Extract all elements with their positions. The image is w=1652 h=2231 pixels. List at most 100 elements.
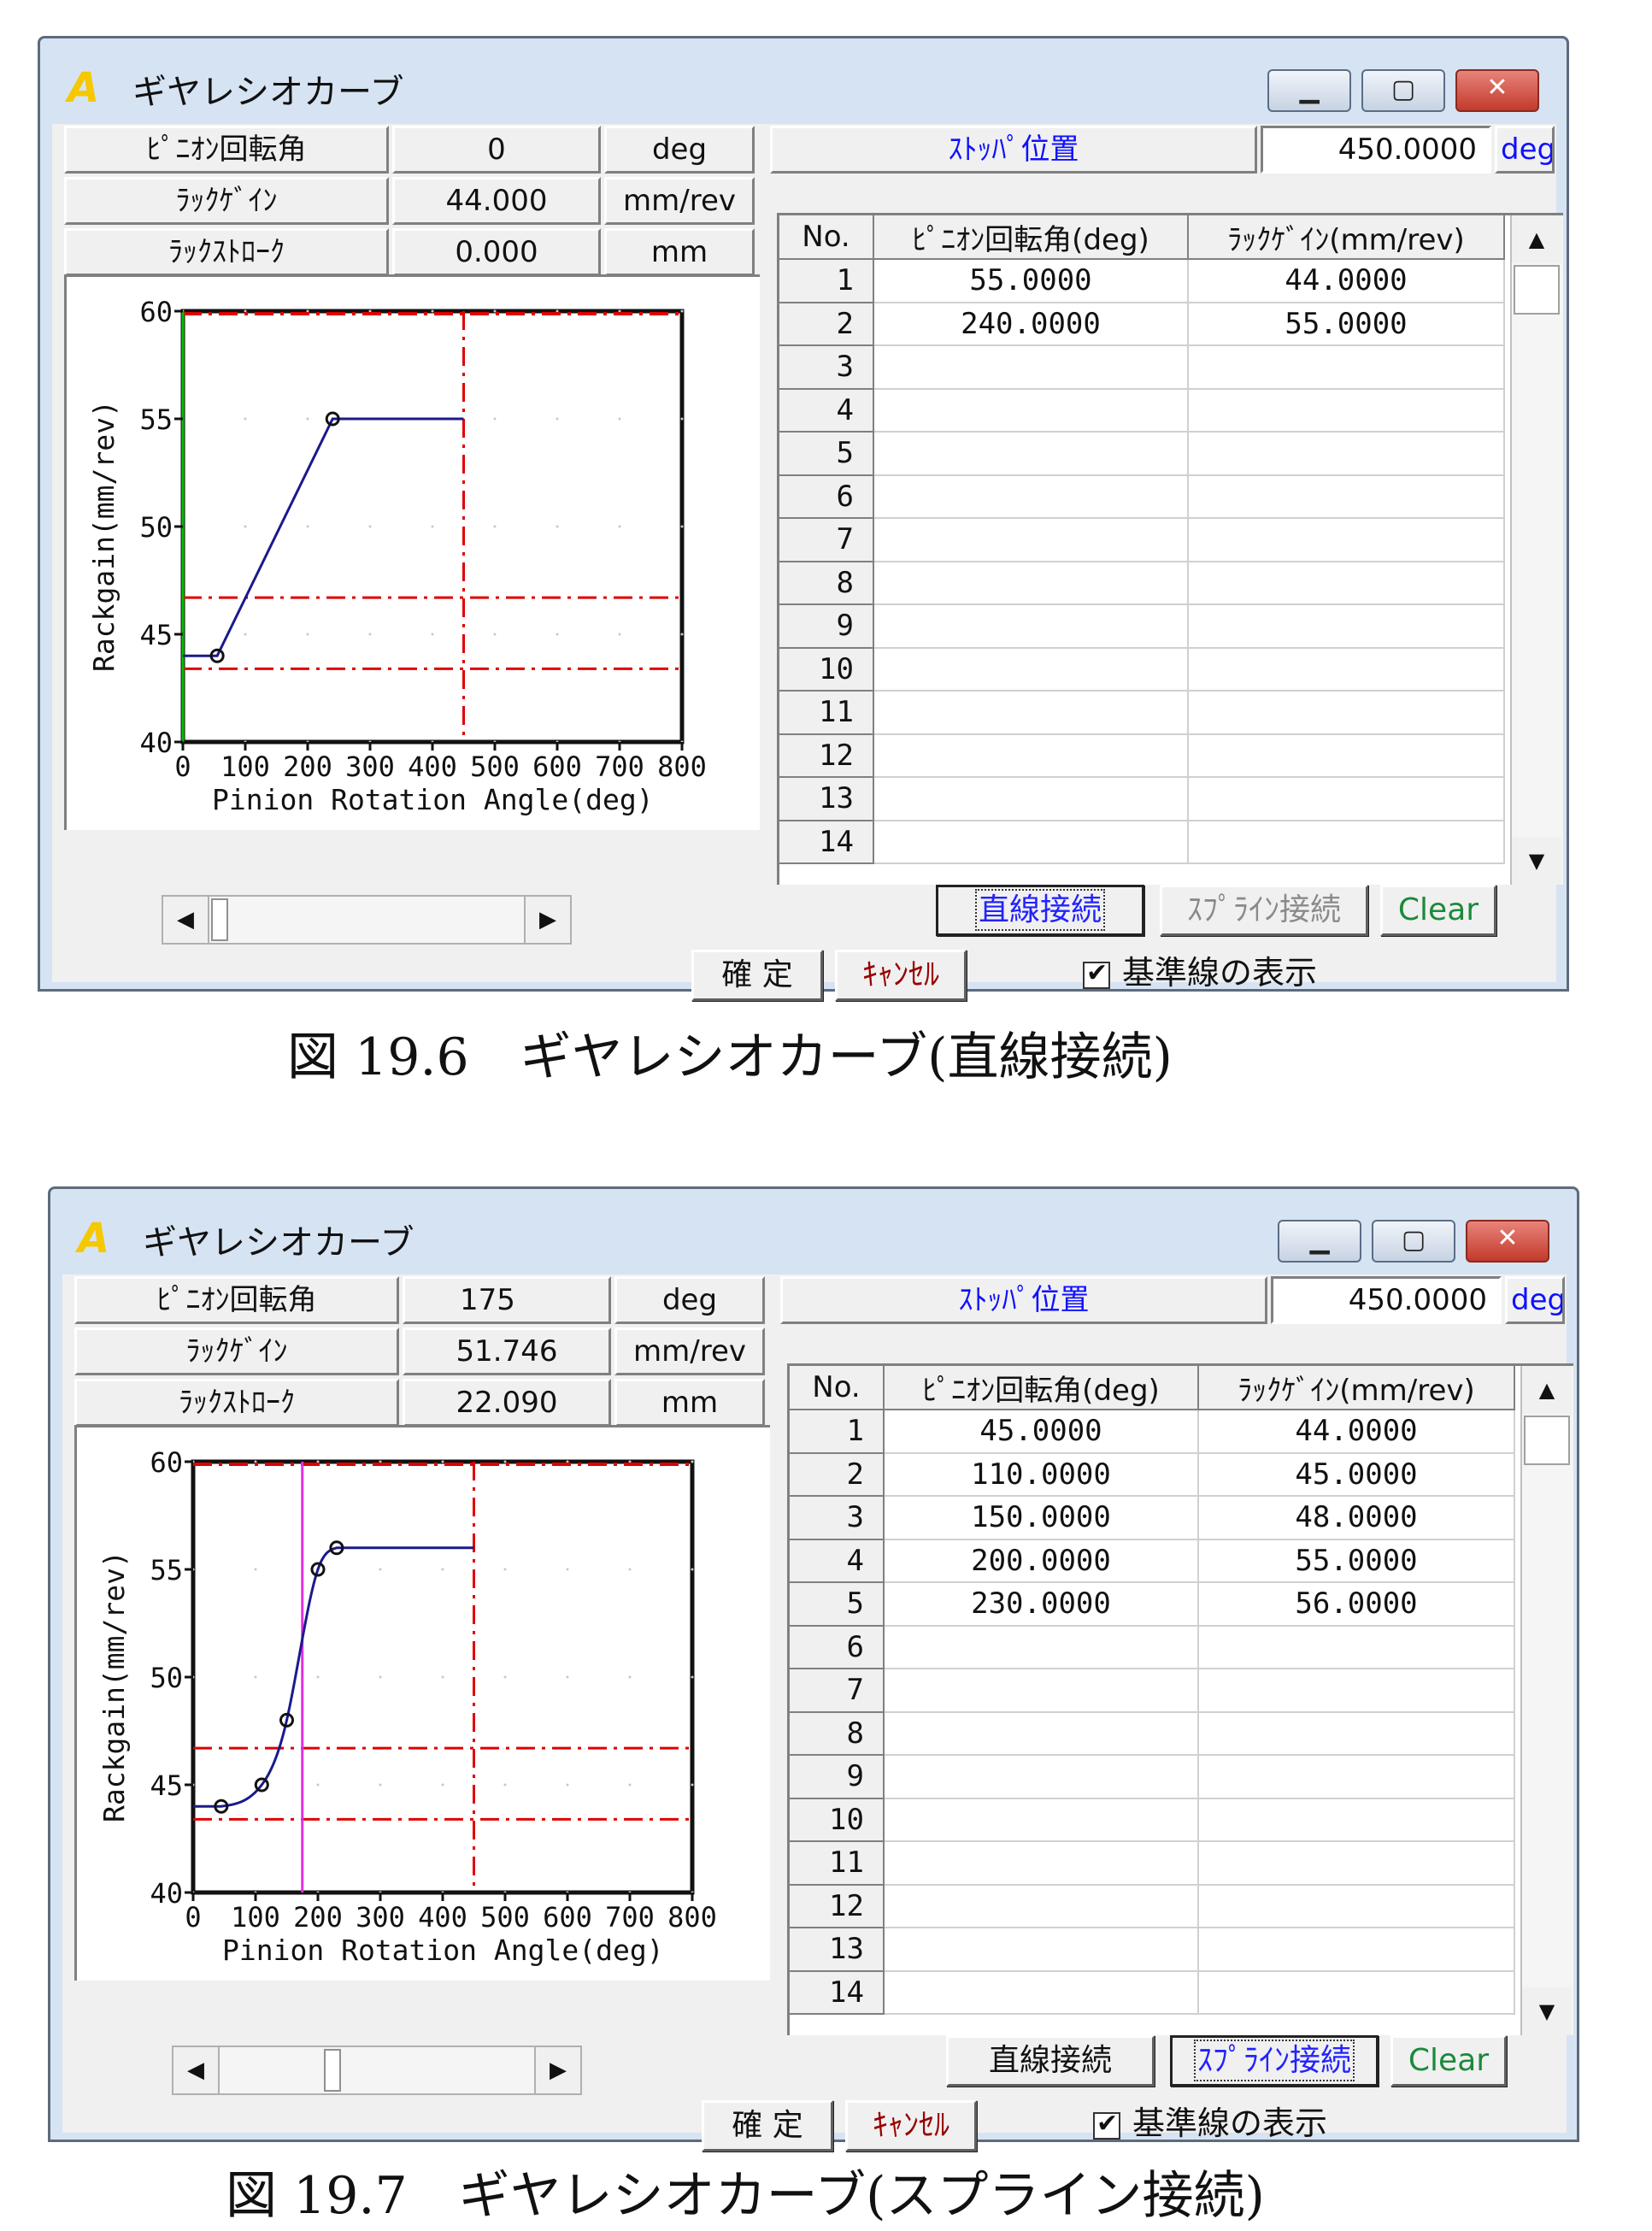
- pinion-angle-cell[interactable]: 200.0000: [884, 1539, 1199, 1583]
- scroll-thumb[interactable]: [1514, 265, 1560, 315]
- spline-connect-button[interactable]: ｽﾌﾟﾗｲﾝ接続: [1170, 2035, 1379, 2087]
- table-row[interactable]: 12: [779, 733, 1505, 778]
- table-row[interactable]: 8: [790, 1711, 1515, 1756]
- clear-button[interactable]: Clear: [1390, 2035, 1507, 2087]
- pinion-angle-cell[interactable]: [873, 777, 1189, 821]
- rackgain-cell[interactable]: 44.0000: [1188, 259, 1505, 303]
- table-row[interactable]: 13: [790, 1928, 1515, 1972]
- cancel-button[interactable]: ｷｬﾝｾﾙ: [835, 950, 967, 1001]
- pinion-angle-cell[interactable]: [873, 561, 1189, 605]
- table-row[interactable]: 1 45.0000 44.0000: [790, 1410, 1515, 1454]
- pinion-angle-cell[interactable]: [884, 1841, 1199, 1886]
- table-row[interactable]: 4 200.0000 55.0000: [790, 1539, 1515, 1583]
- show-reference-lines-checkbox[interactable]: 基準線の表示: [1093, 2097, 1327, 2144]
- pinion-angle-cell[interactable]: 240.0000: [873, 302, 1189, 346]
- pinion-angle-cell[interactable]: [873, 474, 1189, 519]
- pinion-angle-cell[interactable]: [873, 604, 1189, 649]
- title-bar[interactable]: A ギヤレシオカーブ ▁ ▢ ✕: [40, 38, 1567, 124]
- rackgain-cell[interactable]: 45.0000: [1198, 1452, 1515, 1497]
- ok-button[interactable]: 確 定: [691, 950, 823, 1001]
- scroll-up-arrow-icon[interactable]: ▲: [1522, 1366, 1572, 1414]
- stopper-position-input[interactable]: 450.0000: [1261, 126, 1491, 174]
- pinion-angle-cell[interactable]: [884, 1884, 1199, 1928]
- rackgain-cell[interactable]: [1188, 777, 1505, 821]
- pinion-angle-cell[interactable]: [873, 691, 1189, 735]
- rackgain-cell[interactable]: [1198, 1711, 1515, 1756]
- minimize-button[interactable]: ▁: [1278, 1220, 1361, 1263]
- title-bar[interactable]: A ギヤレシオカーブ ▁ ▢ ✕: [50, 1189, 1577, 1274]
- scroll-left-arrow-icon[interactable]: ◀: [163, 897, 209, 943]
- rackgain-cell[interactable]: [1188, 432, 1505, 476]
- pinion-angle-cell[interactable]: [884, 1755, 1199, 1799]
- rackgain-cell[interactable]: [1188, 691, 1505, 735]
- clear-button[interactable]: Clear: [1380, 885, 1496, 936]
- pinion-angle-cell[interactable]: 150.0000: [884, 1496, 1199, 1540]
- rackgain-cell[interactable]: [1188, 647, 1505, 692]
- rackgain-cell[interactable]: [1198, 1669, 1515, 1713]
- table-row[interactable]: 5: [779, 432, 1505, 476]
- table-row[interactable]: 9: [790, 1755, 1515, 1799]
- scroll-right-arrow-icon[interactable]: ▶: [524, 897, 570, 943]
- rackgain-cell[interactable]: [1198, 1928, 1515, 1972]
- pinion-angle-cell[interactable]: [884, 1669, 1199, 1713]
- pinion-angle-cell[interactable]: [884, 1711, 1199, 1756]
- close-button[interactable]: ✕: [1466, 1220, 1549, 1263]
- scroll-up-arrow-icon[interactable]: ▲: [1512, 215, 1561, 263]
- table-row[interactable]: 7: [790, 1669, 1515, 1713]
- rackgain-cell[interactable]: [1198, 1884, 1515, 1928]
- maximize-button[interactable]: ▢: [1361, 69, 1445, 112]
- rackgain-cell[interactable]: 56.0000: [1198, 1582, 1515, 1627]
- table-row[interactable]: 11: [790, 1841, 1515, 1886]
- rackgain-cell[interactable]: [1198, 1798, 1515, 1842]
- table-row[interactable]: 2 110.0000 45.0000: [790, 1452, 1515, 1497]
- stopper-position-input[interactable]: 450.0000: [1271, 1276, 1502, 1324]
- table-row[interactable]: 6: [790, 1625, 1515, 1669]
- rackgain-cell[interactable]: 48.0000: [1198, 1496, 1515, 1540]
- table-row[interactable]: 13: [779, 777, 1505, 821]
- checkbox-checked-icon[interactable]: [1083, 958, 1110, 989]
- pinion-angle-cell[interactable]: 230.0000: [884, 1582, 1199, 1627]
- cancel-button[interactable]: ｷｬﾝｾﾙ: [845, 2100, 977, 2152]
- rackgain-cell[interactable]: [1188, 604, 1505, 649]
- linear-connect-button[interactable]: 直線接続: [936, 885, 1144, 936]
- rackgain-cell[interactable]: [1198, 1841, 1515, 1886]
- rackgain-cell[interactable]: [1188, 345, 1505, 390]
- pinion-angle-cell[interactable]: [884, 1928, 1199, 1972]
- scroll-thumb[interactable]: [1524, 1416, 1570, 1465]
- rackgain-cell[interactable]: [1188, 474, 1505, 519]
- show-reference-lines-checkbox[interactable]: 基準線の表示: [1083, 946, 1317, 993]
- rackgain-cell[interactable]: [1188, 388, 1505, 433]
- table-row[interactable]: 3 150.0000 48.0000: [790, 1496, 1515, 1540]
- table-row[interactable]: 1 55.0000 44.0000: [779, 259, 1505, 303]
- rackgain-cell[interactable]: [1198, 1625, 1515, 1669]
- pinion-angle-cell[interactable]: 55.0000: [873, 259, 1189, 303]
- table-vertical-scrollbar[interactable]: ▲ ▼: [1520, 1366, 1573, 2035]
- graph-horizontal-scrollbar[interactable]: ◀ ▶: [162, 895, 572, 945]
- table-row[interactable]: 5 230.0000 56.0000: [790, 1582, 1515, 1627]
- maximize-button[interactable]: ▢: [1372, 1220, 1455, 1263]
- table-row[interactable]: 11: [779, 691, 1505, 735]
- table-row[interactable]: 9: [779, 604, 1505, 649]
- rackgain-cell[interactable]: [1198, 1755, 1515, 1799]
- pinion-angle-cell[interactable]: [873, 647, 1189, 692]
- ok-button[interactable]: 確 定: [702, 2100, 833, 2152]
- rackgain-cell[interactable]: [1198, 1970, 1515, 2015]
- rackgain-cell[interactable]: [1188, 561, 1505, 605]
- table-vertical-scrollbar[interactable]: ▲ ▼: [1510, 215, 1563, 885]
- graph-horizontal-scrollbar[interactable]: ◀ ▶: [172, 2046, 582, 2095]
- close-button[interactable]: ✕: [1455, 69, 1539, 112]
- pinion-angle-cell[interactable]: [873, 432, 1189, 476]
- table-row[interactable]: 14: [779, 820, 1505, 864]
- rackgain-cell[interactable]: [1188, 518, 1505, 562]
- pinion-angle-cell[interactable]: [873, 820, 1189, 864]
- scroll-right-arrow-icon[interactable]: ▶: [534, 2047, 580, 2093]
- pinion-angle-cell[interactable]: [873, 518, 1189, 562]
- rackgain-cell[interactable]: 55.0000: [1198, 1539, 1515, 1583]
- rackgain-cell[interactable]: 44.0000: [1198, 1410, 1515, 1454]
- table-row[interactable]: 12: [790, 1884, 1515, 1928]
- table-row[interactable]: 7: [779, 518, 1505, 562]
- scroll-down-arrow-icon[interactable]: ▼: [1512, 837, 1561, 885]
- table-row[interactable]: 8: [779, 561, 1505, 605]
- pinion-angle-cell[interactable]: [873, 345, 1189, 390]
- pinion-angle-cell[interactable]: [873, 388, 1189, 433]
